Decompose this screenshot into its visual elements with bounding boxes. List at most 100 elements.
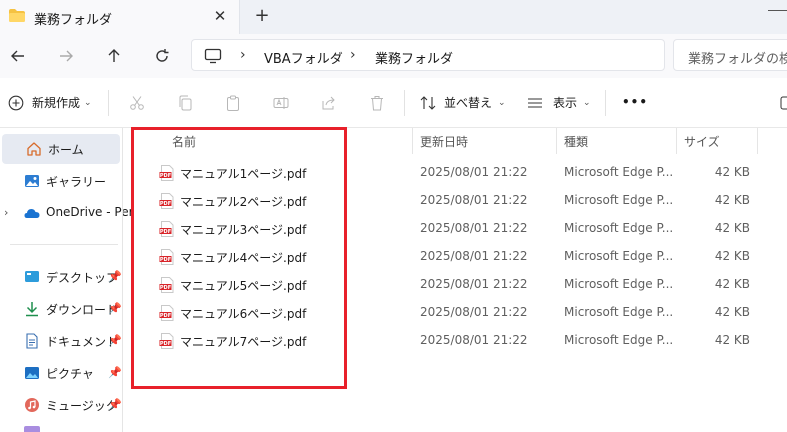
file-type: Microsoft Edge P... xyxy=(564,305,674,319)
breadcrumb-current-folder[interactable]: 業務フォルダ xyxy=(375,48,453,67)
view-button-label: 表示 xyxy=(553,96,578,110)
file-date: 2025/08/01 21:22 xyxy=(420,305,528,319)
sidebar-item-documents[interactable]: ドキュメント 📌 xyxy=(0,326,122,356)
clipboard-icon xyxy=(227,95,239,111)
music-icon xyxy=(25,398,39,412)
file-type: Microsoft Edge P... xyxy=(564,277,674,291)
column-header-type[interactable]: 種類 xyxy=(564,128,588,154)
cut-button[interactable] xyxy=(129,95,145,111)
chevron-right-icon[interactable]: › xyxy=(4,206,8,219)
sidebar-item-music[interactable]: ミュージック 📌 xyxy=(0,390,122,420)
file-date: 2025/08/01 21:22 xyxy=(420,221,528,235)
details-pane-icon[interactable] xyxy=(780,95,787,111)
minimize-icon[interactable] xyxy=(768,10,787,11)
divider xyxy=(605,90,606,116)
file-type: Microsoft Edge P... xyxy=(564,221,674,235)
forward-button[interactable] xyxy=(56,46,76,66)
file-type: Microsoft Edge P... xyxy=(564,193,674,207)
column-divider[interactable] xyxy=(676,128,677,154)
file-date: 2025/08/01 21:22 xyxy=(420,165,528,179)
sidebar-divider xyxy=(10,244,118,245)
file-type: Microsoft Edge P... xyxy=(564,165,674,179)
arrow-left-icon xyxy=(11,50,24,62)
file-date: 2025/08/01 21:22 xyxy=(420,277,528,291)
file-type: Microsoft Edge P... xyxy=(564,333,674,347)
search-input[interactable]: 業務フォルダの検索 xyxy=(673,39,787,71)
rename-icon xyxy=(273,97,289,109)
delete-button[interactable] xyxy=(369,95,385,111)
sort-button[interactable]: 並べ替え ⌄ xyxy=(420,94,506,111)
sidebar-item-desktop[interactable]: デスクトップ 📌 xyxy=(0,262,122,292)
close-tab-icon[interactable]: ✕ xyxy=(212,8,228,24)
file-size: 42 KB xyxy=(714,165,750,179)
chevron-down-icon: ⌄ xyxy=(84,97,92,108)
pictures-icon xyxy=(25,367,39,379)
new-button-label: 新規作成 xyxy=(32,96,81,110)
file-type: Microsoft Edge P... xyxy=(564,249,674,263)
pin-icon: 📌 xyxy=(108,398,122,411)
more-options-button[interactable]: ••• xyxy=(622,95,648,109)
column-divider[interactable] xyxy=(412,128,413,154)
documents-icon xyxy=(26,333,38,349)
plus-circle-icon xyxy=(8,95,24,110)
sort-icon xyxy=(420,95,436,110)
pin-icon: 📌 xyxy=(108,334,122,347)
file-date: 2025/08/01 21:22 xyxy=(420,193,528,207)
address-bar[interactable]: › VBAフォルダ › 業務フォルダ xyxy=(191,39,665,71)
paste-button[interactable] xyxy=(225,95,241,111)
search-placeholder: 業務フォルダの検索 xyxy=(688,52,787,67)
scissors-icon xyxy=(130,96,144,110)
sidebar-item-gallery[interactable]: ギャラリー xyxy=(0,166,122,196)
view-list-icon xyxy=(528,97,542,108)
new-tab-button[interactable]: + xyxy=(252,6,272,26)
trash-icon xyxy=(371,96,383,111)
sidebar-item-home[interactable]: ホーム xyxy=(2,134,120,164)
view-button[interactable]: 表示 ⌄ xyxy=(527,94,591,111)
file-date: 2025/08/01 21:22 xyxy=(420,249,528,263)
share-icon xyxy=(322,96,335,110)
tab-title: 業務フォルダ xyxy=(34,13,113,28)
arrow-right-icon xyxy=(60,50,73,62)
pane-splitter[interactable] xyxy=(122,128,123,432)
new-button[interactable]: 新規作成 ⌄ xyxy=(8,94,92,111)
breadcrumb-separator: › xyxy=(240,47,246,63)
download-icon xyxy=(26,302,38,317)
column-divider[interactable] xyxy=(556,128,557,154)
column-header-size[interactable]: サイズ xyxy=(684,128,720,154)
pin-icon: 📌 xyxy=(108,366,122,379)
address-row: › VBAフォルダ › 業務フォルダ 業務フォルダの検索 xyxy=(0,34,787,78)
tab-current-folder[interactable]: 業務フォルダ ✕ xyxy=(0,0,240,34)
column-divider[interactable] xyxy=(757,128,758,154)
file-size: 42 KB xyxy=(714,277,750,291)
gallery-icon xyxy=(25,175,39,187)
sidebar-item-label: ギャラリー xyxy=(46,175,107,189)
up-button[interactable] xyxy=(104,46,124,66)
sort-button-label: 並べ替え xyxy=(444,96,493,110)
sidebar-item-pictures[interactable]: ピクチャ 📌 xyxy=(0,358,122,388)
file-size: 42 KB xyxy=(714,193,750,207)
sidebar-item-downloads[interactable]: ダウンロード 📌 xyxy=(0,294,122,324)
divider xyxy=(404,90,405,116)
chevron-down-icon: ⌄ xyxy=(498,97,506,108)
refresh-button[interactable] xyxy=(152,46,172,66)
back-button[interactable] xyxy=(8,46,28,66)
command-bar: 新規作成 ⌄ 並べ替え ⌄ 表示 ⌄ ••• xyxy=(0,78,787,128)
tab-strip: 業務フォルダ ✕ + xyxy=(0,0,787,34)
refresh-icon xyxy=(156,49,169,62)
file-size: 42 KB xyxy=(714,221,750,235)
copy-button[interactable] xyxy=(177,95,193,111)
highlight-box xyxy=(131,127,347,389)
file-date: 2025/08/01 21:22 xyxy=(420,333,528,347)
folder-icon xyxy=(9,9,25,22)
pin-icon: 📌 xyxy=(108,302,122,315)
this-pc-icon xyxy=(204,48,222,64)
breadcrumb-vba-folder[interactable]: VBAフォルダ xyxy=(264,48,343,67)
share-button[interactable] xyxy=(321,95,337,111)
sidebar-item-onedrive[interactable]: › OneDrive - Per xyxy=(0,198,134,228)
rename-button[interactable] xyxy=(273,95,289,111)
column-header-date[interactable]: 更新日時 xyxy=(420,128,468,154)
file-size: 42 KB xyxy=(714,333,750,347)
chevron-down-icon: ⌄ xyxy=(583,97,591,108)
home-icon xyxy=(27,142,41,156)
sidebar-item-label: ピクチャ xyxy=(46,367,94,381)
